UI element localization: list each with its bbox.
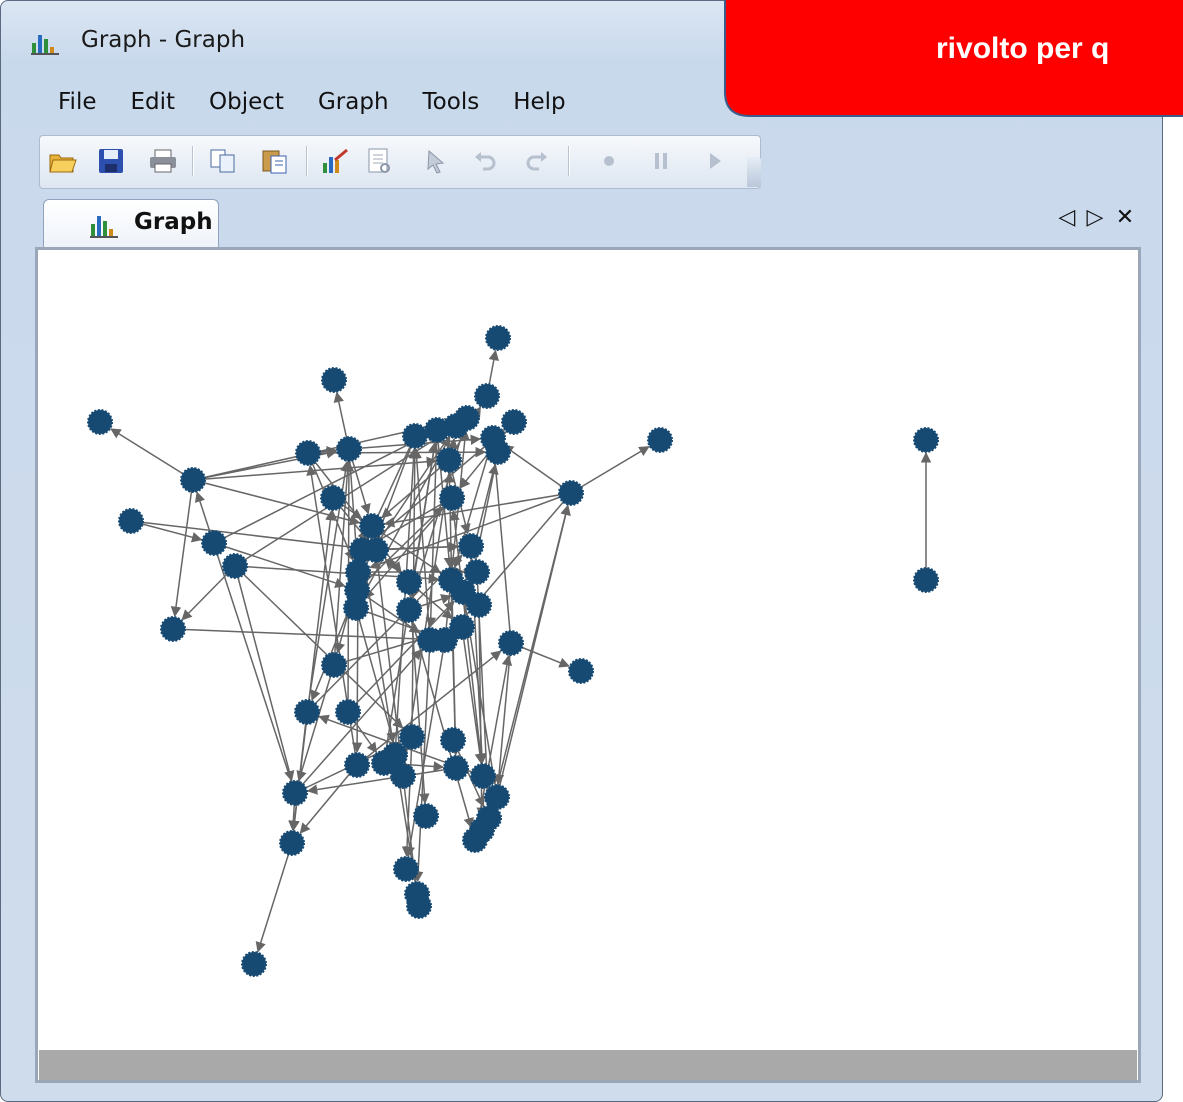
graph-node[interactable] bbox=[439, 485, 465, 511]
graph-node[interactable] bbox=[282, 780, 308, 806]
graph-node[interactable] bbox=[501, 409, 527, 435]
graph-node[interactable] bbox=[320, 485, 346, 511]
graph-node[interactable] bbox=[485, 325, 511, 351]
graph-edge bbox=[383, 492, 572, 528]
graph-node[interactable] bbox=[406, 893, 432, 919]
graph-node[interactable] bbox=[396, 597, 422, 623]
graph-node[interactable] bbox=[474, 383, 500, 409]
graph-node[interactable] bbox=[241, 951, 267, 977]
graph-node[interactable] bbox=[413, 803, 439, 829]
graph-edge bbox=[234, 565, 295, 782]
graph-node[interactable] bbox=[222, 553, 248, 579]
graph-node[interactable] bbox=[485, 439, 511, 465]
graph-node[interactable] bbox=[390, 763, 416, 789]
graph-node[interactable] bbox=[449, 614, 475, 640]
graph-node[interactable] bbox=[321, 367, 347, 393]
graph-node[interactable] bbox=[363, 537, 389, 563]
graph-edge bbox=[170, 479, 194, 618]
graph-node[interactable] bbox=[359, 513, 385, 539]
graph-node[interactable] bbox=[558, 480, 584, 506]
graph-node[interactable] bbox=[336, 436, 362, 462]
graph-node[interactable] bbox=[498, 630, 524, 656]
graph-node[interactable] bbox=[402, 423, 428, 449]
graph-edge bbox=[355, 607, 403, 765]
graph-node[interactable] bbox=[87, 409, 113, 435]
graph-node[interactable] bbox=[466, 592, 492, 618]
red-overlay-banner: rivolto per q bbox=[724, 0, 1183, 117]
graph-node[interactable] bbox=[568, 658, 594, 684]
graph-node[interactable] bbox=[180, 467, 206, 493]
screen: e Graph - Graph File Edit Object Graph T… bbox=[0, 0, 1183, 1102]
graph-node[interactable] bbox=[335, 699, 361, 725]
network-graph bbox=[87, 325, 939, 977]
graph-nodes bbox=[87, 325, 939, 977]
graph-node[interactable] bbox=[913, 427, 939, 453]
graph-edge bbox=[110, 428, 194, 481]
graph-node[interactable] bbox=[295, 440, 321, 466]
graph-node[interactable] bbox=[201, 530, 227, 556]
graph-edge bbox=[299, 764, 358, 834]
graph-edge bbox=[570, 446, 650, 494]
graph-node[interactable] bbox=[443, 755, 469, 781]
graph-node[interactable] bbox=[294, 699, 320, 725]
graph-node[interactable] bbox=[396, 569, 422, 595]
graph-node[interactable] bbox=[344, 752, 370, 778]
graph-node[interactable] bbox=[393, 856, 419, 882]
graph-node[interactable] bbox=[279, 830, 305, 856]
graph-node[interactable] bbox=[462, 827, 488, 853]
overlay-text: rivolto per q bbox=[936, 32, 1109, 65]
graph-node[interactable] bbox=[118, 508, 144, 534]
graph-node[interactable] bbox=[321, 652, 347, 678]
graph-edge bbox=[255, 842, 293, 953]
graph-node[interactable] bbox=[458, 533, 484, 559]
graph-node[interactable] bbox=[436, 447, 462, 473]
graph-node[interactable] bbox=[913, 567, 939, 593]
graph-edge bbox=[463, 451, 499, 581]
graph-node[interactable] bbox=[470, 763, 496, 789]
graph-node[interactable] bbox=[343, 595, 369, 621]
graph-node[interactable] bbox=[454, 405, 480, 431]
graph-edge bbox=[489, 449, 512, 644]
graph-node[interactable] bbox=[647, 427, 673, 453]
graph-node[interactable] bbox=[160, 616, 186, 642]
graph-node[interactable] bbox=[440, 727, 466, 753]
